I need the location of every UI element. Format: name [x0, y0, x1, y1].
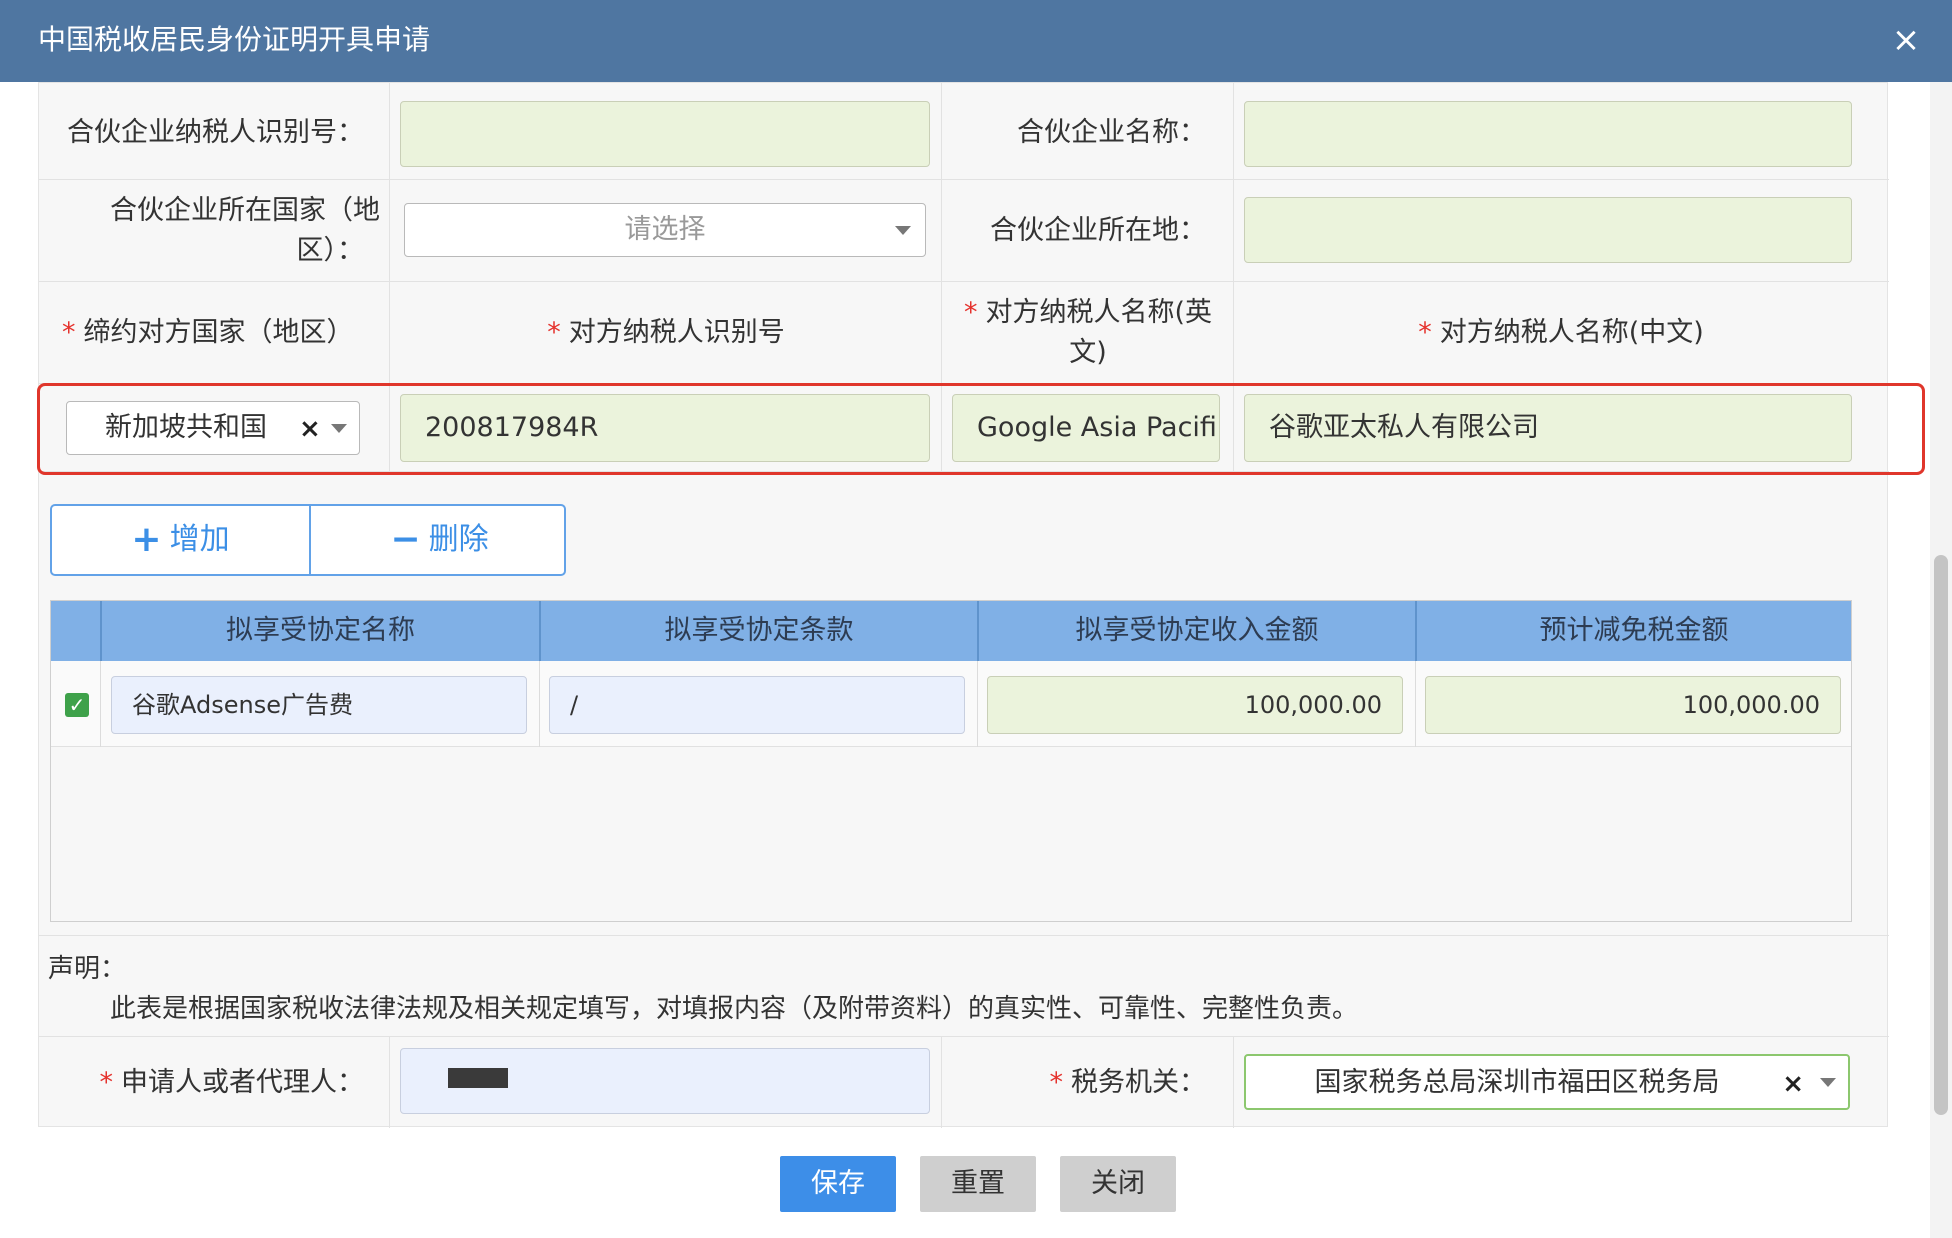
add-row-label: 增加 [169, 522, 230, 557]
minus-icon: − [390, 519, 421, 560]
treaty-country-header-text: 缔约对方国家（地区） [83, 317, 354, 348]
tax-office-label-text: 税务机关： [1071, 1067, 1206, 1098]
partner-location-input[interactable] [1244, 197, 1852, 263]
scrollbar-thumb[interactable] [1934, 555, 1948, 1115]
grid-header-income: 拟享受协定收入金额 [1075, 615, 1319, 646]
add-row-button[interactable]: + 增加 [52, 506, 309, 574]
required-mark: * [547, 317, 561, 348]
treaty-name-cn-header: * 对方纳税人名称(中文) [1234, 314, 1888, 352]
delete-row-label: 删除 [428, 522, 489, 557]
applicant-label-text: 申请人或者代理人： [121, 1067, 364, 1098]
treaty-country-header: * 缔约对方国家（地区） [62, 314, 362, 352]
dialog-titlebar: 中国税收居民身份证明开具申请 × [0, 0, 1952, 82]
partner-country-label: 合伙企业所在国家（地 [110, 195, 380, 226]
declaration-text: 此表是根据国家税收法律法规及相关规定填写，对填报内容（及附带资料）的真实性、可靠… [110, 994, 1359, 1024]
required-mark: * [99, 1067, 114, 1098]
tax-office-value: 国家税务总局深圳市福田区税务局 [1314, 1067, 1720, 1098]
row-action-group: + 增加 − 删除 [50, 504, 566, 576]
applicant-label: * 申请人或者代理人： [48, 1064, 365, 1102]
partner-country-placeholder: 请选择 [624, 214, 706, 245]
grid-header-clause: 拟享受协定条款 [664, 615, 854, 646]
treaty-taxid-header: * 对方纳税人识别号 [390, 314, 942, 352]
partner-country-label-cont: 区）： [296, 235, 365, 266]
row-checkbox[interactable]: ✓ [65, 693, 89, 717]
partner-location-label: 合伙企业所在地： [990, 215, 1206, 246]
close-icon[interactable]: × [1886, 20, 1926, 60]
treaty-name-cn-header-text: 对方纳税人名称(中文) [1439, 317, 1704, 348]
tax-office-label: * 税务机关： [944, 1064, 1207, 1102]
required-mark: * [963, 297, 978, 328]
highlight-box [37, 383, 1925, 475]
delete-row-button[interactable]: − 删除 [311, 506, 568, 574]
grid-header-relief: 预计减免税金额 [1539, 615, 1729, 646]
tax-office-select[interactable]: 国家税务总局深圳市福田区税务局 × [1244, 1054, 1850, 1110]
relief-cell[interactable]: 100,000.00 [1425, 676, 1841, 734]
partner-name-input[interactable] [1244, 101, 1852, 167]
treaty-name-en-header-text: 对方纳税人名称(英 [985, 297, 1213, 328]
chevron-down-icon [1820, 1078, 1836, 1087]
treaty-taxid-header-text: 对方纳税人识别号 [568, 317, 785, 348]
treaty-benefit-grid: 拟享受协定名称 拟享受协定条款 拟享受协定收入金额 预计减免税金额 ✓ 谷歌Ad… [50, 600, 1852, 922]
clause-cell[interactable]: / [549, 676, 965, 734]
plus-icon: + [131, 519, 162, 560]
declaration-title: 声明： [48, 954, 127, 984]
partner-tax-id-label: 合伙企业纳税人识别号： [67, 117, 364, 148]
treaty-name-en-header-cont: 文) [1069, 337, 1107, 368]
chevron-down-icon [895, 226, 911, 235]
income-cell[interactable]: 100,000.00 [987, 676, 1403, 734]
partner-country-select[interactable]: 请选择 [404, 203, 926, 257]
required-mark: * [62, 317, 76, 348]
treaty-name-cell[interactable]: 谷歌Adsense广告费 [111, 676, 527, 734]
required-mark: * [1418, 317, 1432, 348]
redacted-text [448, 1068, 508, 1088]
certificate-application-dialog: 中国税收居民身份证明开具申请 × 合伙企业纳税人识别号： 合伙企业名称： 合伙企… [0, 0, 1952, 1238]
treaty-name-en-header: * 对方纳税人名称(英 [942, 294, 1234, 332]
save-button[interactable]: 保存 [780, 1156, 896, 1212]
close-button[interactable]: 关闭 [1060, 1156, 1176, 1212]
grid-header-treaty-name: 拟享受协定名称 [226, 615, 415, 646]
partner-tax-id-input[interactable] [400, 101, 930, 167]
partner-name-label: 合伙企业名称： [1017, 117, 1206, 148]
required-mark: * [1049, 1067, 1064, 1098]
clear-icon[interactable]: × [1782, 1057, 1804, 1111]
reset-button[interactable]: 重置 [920, 1156, 1036, 1212]
dialog-title: 中国税收居民身份证明开具申请 [38, 23, 431, 56]
